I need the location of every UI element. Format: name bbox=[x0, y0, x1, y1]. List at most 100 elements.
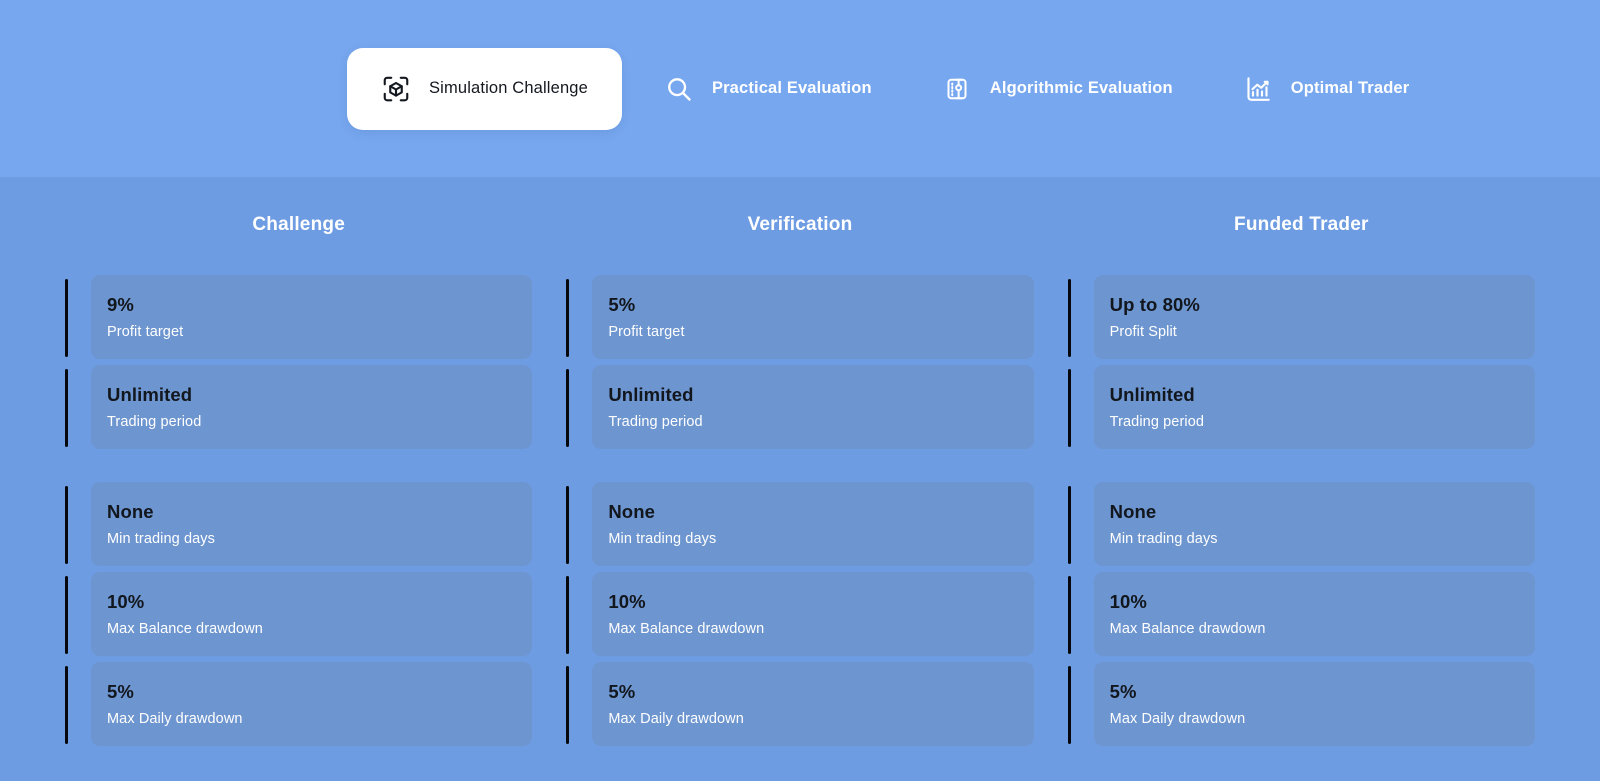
spec-value: Unlimited bbox=[107, 384, 193, 405]
accent-bar bbox=[65, 369, 68, 447]
spec-row: None Min trading days bbox=[65, 480, 533, 570]
magnifier-icon bbox=[667, 77, 691, 101]
spec-label: Profit Split bbox=[1109, 324, 1177, 341]
column-title: Verification bbox=[747, 214, 853, 235]
accent-bar bbox=[1067, 279, 1071, 357]
spec-card: Unlimited Trading period bbox=[1093, 365, 1535, 449]
spec-label: Profit target bbox=[107, 324, 184, 341]
tab-label: Simulation Challenge bbox=[429, 79, 588, 97]
cube-scan-icon bbox=[383, 76, 409, 101]
accent-bar bbox=[65, 576, 68, 654]
spec-label: Min trading days bbox=[608, 531, 717, 548]
tab-label: Optimal Trader bbox=[1290, 79, 1410, 97]
spec-card: 10% Max Balance drawdown bbox=[91, 572, 533, 656]
card-group: 5% Profit target Unlimited Trading period bbox=[566, 273, 1034, 453]
card-group: None Min trading days 10% Max Balance drawd… bbox=[65, 480, 533, 750]
spec-label: Max Balance drawdown bbox=[107, 621, 263, 638]
spec-row: 5% Profit target bbox=[566, 273, 1034, 363]
spec-label: Max Daily drawdown bbox=[107, 711, 243, 728]
spec-value: 5% bbox=[608, 294, 636, 315]
accent-bar bbox=[1067, 666, 1071, 744]
spec-card: None Min trading days bbox=[592, 482, 1034, 566]
spec-value: Unlimited bbox=[608, 384, 694, 405]
card-group: 9% Profit target Unlimited Trading period bbox=[65, 273, 533, 453]
spec-label: Trading period bbox=[1109, 414, 1205, 431]
spec-label: Profit target bbox=[608, 324, 685, 341]
accent-bar bbox=[566, 576, 570, 654]
spec-value: None bbox=[1109, 501, 1157, 522]
tab-label: Practical Evaluation bbox=[711, 79, 872, 97]
spec-value: 5% bbox=[608, 681, 636, 702]
column-title: Funded Trader bbox=[1234, 214, 1369, 235]
tab-bar: Simulation Challenge Practical Evaluatio… bbox=[0, 0, 1600, 177]
accent-bar bbox=[65, 666, 68, 744]
spec-card: None Min trading days bbox=[1093, 482, 1535, 566]
spec-value: 10% bbox=[608, 591, 646, 612]
accent-bar bbox=[65, 279, 68, 357]
spec-card: Unlimited Trading period bbox=[592, 365, 1034, 449]
card-group: Up to 80% Profit Split Unlimited Trading pe… bbox=[1067, 273, 1535, 453]
column-title: Challenge bbox=[252, 214, 345, 235]
spec-card: 5% Profit target bbox=[592, 275, 1034, 359]
spec-row: 10% Max Balance drawdown bbox=[1067, 570, 1535, 660]
spec-value: Up to 80% bbox=[1109, 294, 1200, 315]
spec-value: Unlimited bbox=[1109, 384, 1195, 405]
spec-card: None Min trading days bbox=[91, 482, 533, 566]
spec-row: None Min trading days bbox=[566, 480, 1034, 570]
spec-value: 9% bbox=[107, 294, 134, 315]
spec-card: 5% Max Daily drawdown bbox=[1093, 662, 1535, 746]
tab-practical-evaluation[interactable]: Practical Evaluation bbox=[636, 49, 900, 129]
spec-row: 10% Max Balance drawdown bbox=[566, 570, 1034, 660]
spec-row: Unlimited Trading period bbox=[65, 363, 533, 453]
spec-value: 5% bbox=[1109, 681, 1137, 702]
accent-bar bbox=[65, 486, 68, 564]
spec-card: Unlimited Trading period bbox=[91, 365, 533, 449]
spec-value: 10% bbox=[107, 591, 145, 612]
accent-bar bbox=[1067, 369, 1071, 447]
spec-row: 9% Profit target bbox=[65, 273, 533, 363]
spec-row: Unlimited Trading period bbox=[566, 363, 1034, 453]
column-verification: Verification 5% Profit target Unlimited Trad… bbox=[549, 177, 1050, 781]
accent-bar bbox=[566, 486, 570, 564]
spec-value: 5% bbox=[107, 681, 134, 702]
server-data-icon bbox=[947, 78, 967, 99]
spec-label: Trading period bbox=[107, 414, 202, 431]
spec-row: 5% Max Daily drawdown bbox=[1067, 660, 1535, 750]
spec-label: Max Daily drawdown bbox=[608, 711, 744, 728]
comparison-columns: Challenge 9% Profit target Unlimited Trading… bbox=[0, 177, 1600, 781]
spec-label: Min trading days bbox=[107, 531, 215, 548]
column-funded-trader: Funded Trader Up to 80% Profit Split Unlimi… bbox=[1051, 177, 1552, 781]
spec-label: Max Balance drawdown bbox=[608, 621, 765, 638]
spec-card: 5% Max Daily drawdown bbox=[91, 662, 533, 746]
spec-card: 9% Profit target bbox=[91, 275, 533, 359]
tab-algorithmic-evaluation[interactable]: Algorithmic Evaluation bbox=[914, 49, 1201, 129]
spec-label: Max Daily drawdown bbox=[1109, 711, 1246, 728]
card-group: None Min trading days 10% Max Balance drawd… bbox=[566, 480, 1034, 750]
spec-row: Unlimited Trading period bbox=[1067, 363, 1535, 453]
spec-row: None Min trading days bbox=[1067, 480, 1535, 570]
card-group: None Min trading days 10% Max Balance drawd… bbox=[1067, 480, 1535, 750]
tab-simulation-challenge[interactable]: Simulation Challenge bbox=[347, 47, 622, 130]
accent-bar bbox=[566, 279, 570, 357]
accent-bar bbox=[1067, 486, 1071, 564]
spec-label: Min trading days bbox=[1109, 531, 1218, 548]
spec-row: Up to 80% Profit Split bbox=[1067, 273, 1535, 363]
spec-row: 5% Max Daily drawdown bbox=[65, 660, 533, 750]
bar-chart-icon bbox=[1247, 76, 1270, 101]
page-root: Simulation Challenge Practical Evaluatio… bbox=[0, 0, 1600, 781]
accent-bar bbox=[566, 666, 570, 744]
accent-bar bbox=[1067, 576, 1071, 654]
tab-label: Algorithmic Evaluation bbox=[989, 79, 1173, 97]
spec-row: 10% Max Balance drawdown bbox=[65, 570, 533, 660]
spec-row: 5% Max Daily drawdown bbox=[566, 660, 1034, 750]
accent-bar bbox=[566, 369, 570, 447]
spec-label: Trading period bbox=[608, 414, 703, 431]
spec-card: 5% Max Daily drawdown bbox=[592, 662, 1034, 746]
spec-card: 10% Max Balance drawdown bbox=[1093, 572, 1535, 656]
spec-label: Max Balance drawdown bbox=[1109, 621, 1266, 638]
spec-card: Up to 80% Profit Split bbox=[1093, 275, 1535, 359]
spec-value: None bbox=[107, 501, 154, 522]
spec-card: 10% Max Balance drawdown bbox=[592, 572, 1034, 656]
tab-optimal-trader[interactable]: Optimal Trader bbox=[1215, 49, 1438, 129]
spec-value: None bbox=[608, 501, 655, 522]
